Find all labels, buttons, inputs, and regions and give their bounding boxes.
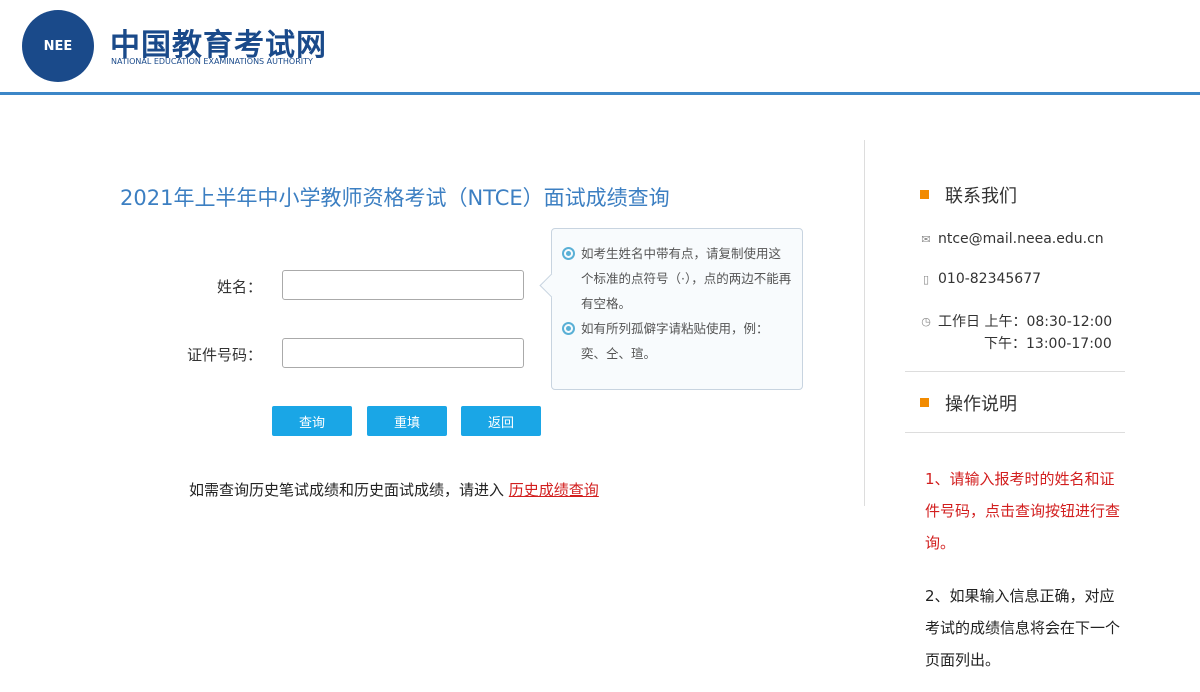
tip-text: 如考生姓名中带有点，请复制使用这个标准的点符号（·），点的两边不能再有空格。 xyxy=(581,246,792,311)
id-label: 证件号码： xyxy=(186,346,262,364)
logo-subtitle: NATIONAL EDUCATION EXAMINATIONS AUTHORIT… xyxy=(111,57,313,66)
instruction-2: 2、如果输入信息正确，对应考试的成绩信息将会在下一个页面列出。 xyxy=(925,587,1121,669)
bullet-icon xyxy=(562,322,575,335)
email-row: ✉ ntce@mail.neea.edu.cn xyxy=(920,231,1104,247)
contact-title: 联系我们 xyxy=(945,186,1017,207)
tip-text: 如有所列孤僻字请粘贴使用，例：奕、仝、瑄。 xyxy=(581,321,769,361)
reset-button[interactable]: 重填 xyxy=(367,406,447,436)
phone-icon: ▯ xyxy=(922,272,930,286)
bullet-icon xyxy=(562,247,575,260)
hours-pm: 下午：13:00-17:00 xyxy=(984,336,1112,352)
hours-row: ◷ 工作日 上午：08:30-12:00 xyxy=(920,311,1112,331)
name-input[interactable] xyxy=(282,270,524,300)
header: NEE 中国教育考试网 NATIONAL EDUCATION EXAMINATI… xyxy=(0,0,1200,95)
instructions-heading: 操作说明 xyxy=(920,390,1017,416)
id-number-input[interactable] xyxy=(282,338,524,368)
query-button[interactable]: 查询 xyxy=(272,406,352,436)
instructions-title: 操作说明 xyxy=(945,394,1017,415)
instruction-1: 1、请输入报考时的姓名和证件号码，点击查询按钮进行查询。 xyxy=(925,470,1121,552)
square-icon xyxy=(920,190,929,199)
phone: 010-82345677 xyxy=(938,271,1042,287)
contact-heading: 联系我们 xyxy=(920,182,1017,208)
divider xyxy=(864,140,865,506)
mail-icon: ✉ xyxy=(921,232,931,246)
back-button[interactable]: 返回 xyxy=(461,406,541,436)
input-tips: 如考生姓名中带有点，请复制使用这个标准的点符号（·），点的两边不能再有空格。 如… xyxy=(551,228,803,390)
phone-row: ▯ 010-82345677 xyxy=(920,271,1041,287)
square-icon xyxy=(920,398,929,407)
email: ntce@mail.neea.edu.cn xyxy=(938,231,1104,247)
clock-icon: ◷ xyxy=(921,314,931,328)
name-label: 姓名： xyxy=(216,278,262,296)
history-text: 如需查询历史笔试成绩和历史面试成绩，请进入 xyxy=(189,481,505,499)
history-hint: 如需查询历史笔试成绩和历史面试成绩，请进入 历史成绩查询 xyxy=(189,479,599,500)
neea-logo[interactable]: NEE xyxy=(22,10,94,82)
page-title: 2021年上半年中小学教师资格考试（NTCE）面试成绩查询 xyxy=(120,186,670,210)
hours-am: 工作日 上午：08:30-12:00 xyxy=(938,314,1113,330)
logo-badge: NEE xyxy=(43,38,73,54)
history-link[interactable]: 历史成绩查询 xyxy=(509,481,599,499)
separator xyxy=(905,432,1125,433)
separator xyxy=(905,371,1125,372)
